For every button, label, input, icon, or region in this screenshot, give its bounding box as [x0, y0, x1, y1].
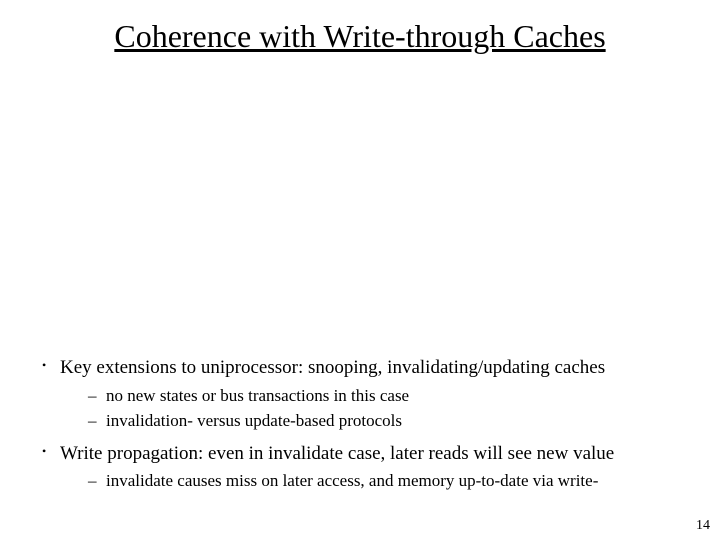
- bullet-text: Write propagation: even in invalidate ca…: [60, 443, 614, 464]
- bullet-list: Key extensions to uniprocessor: snooping…: [38, 355, 682, 493]
- sub-bullet-list: no new states or bus transactions in thi…: [60, 385, 682, 433]
- bullet-text: Key extensions to uniprocessor: snooping…: [60, 357, 605, 378]
- slide: Coherence with Write-through Caches Key …: [0, 0, 720, 493]
- sub-bullet-text: no new states or bus transactions in thi…: [106, 386, 409, 405]
- bullet-item: Key extensions to uniprocessor: snooping…: [38, 355, 682, 433]
- bullet-item: Write propagation: even in invalidate ca…: [38, 441, 682, 494]
- slide-title: Coherence with Write-through Caches: [38, 18, 682, 55]
- sub-bullet-list: invalidate causes miss on later access, …: [60, 470, 682, 493]
- sub-bullet-text: invalidate causes miss on later access, …: [106, 471, 598, 490]
- sub-bullet-item: invalidate causes miss on later access, …: [88, 470, 682, 493]
- sub-bullet-item: invalidation- versus update-based protoc…: [88, 410, 682, 433]
- sub-bullet-text: invalidation- versus update-based protoc…: [106, 411, 402, 430]
- page-number: 14: [696, 518, 710, 534]
- sub-bullet-item: no new states or bus transactions in thi…: [88, 385, 682, 408]
